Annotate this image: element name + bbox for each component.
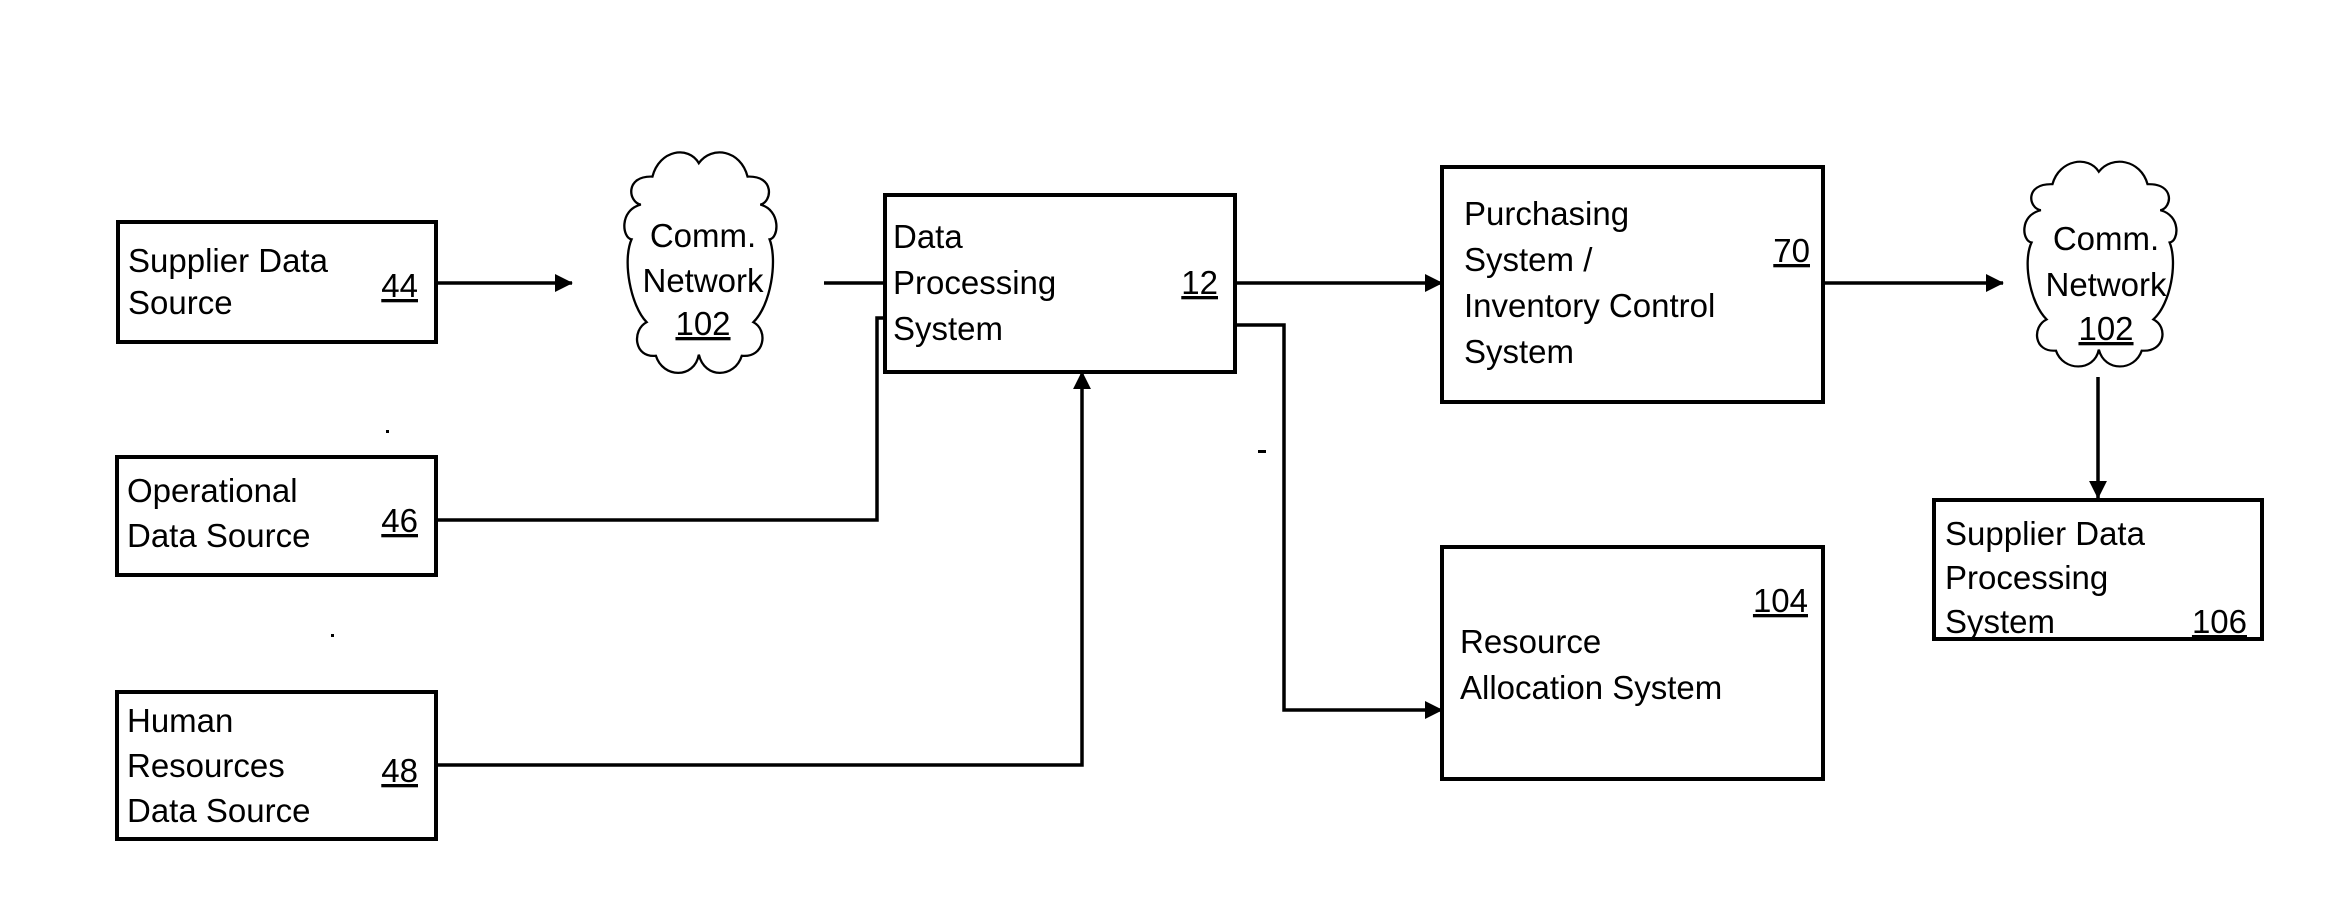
node-comm-network-right[interactable]: Comm. Network 102 [2023, 160, 2178, 368]
node-label-line: System [1464, 333, 1574, 370]
scan-speck [1258, 450, 1266, 453]
node-label-line: Purchasing [1464, 195, 1629, 232]
node-label-line: Network [2045, 266, 2167, 303]
node-label-line: Network [642, 262, 764, 299]
node-label-line: Human [127, 702, 233, 739]
node-label-line: Resources [127, 747, 285, 784]
node-label-line: Supplier Data [128, 242, 329, 279]
node-label-line: Processing [1945, 559, 2108, 596]
scan-speck [331, 634, 334, 637]
node-comm-network-left[interactable]: Comm. Network 102 [623, 151, 778, 374]
node-label-line: Resource [1460, 623, 1601, 660]
node-human-resources-data-source[interactable]: Human Resources Data Source 48 [115, 690, 438, 841]
node-label-line: Allocation System [1460, 669, 1722, 706]
node-label-line: Processing [893, 264, 1056, 301]
node-reference-number: 48 [381, 752, 418, 789]
node-label-line: Operational [127, 472, 298, 509]
node-supplier-data-source[interactable]: Supplier Data Source 44 [116, 220, 438, 344]
node-reference-number: 102 [2078, 310, 2133, 347]
node-resource-allocation-system[interactable]: 104 Resource Allocation System [1440, 545, 1825, 781]
system-block-diagram: Supplier Data Source 44 Comm. Network 10… [115, 151, 2264, 841]
node-label-line: Comm. [650, 217, 756, 254]
node-label-line: System [1945, 603, 2055, 640]
node-reference-number: 70 [1773, 232, 1810, 269]
node-supplier-data-processing-system[interactable]: Supplier Data Processing System 106 [1932, 498, 2264, 641]
node-reference-number: 46 [381, 502, 418, 539]
node-reference-number: 12 [1181, 264, 1218, 301]
node-purchasing-inventory-control-system[interactable]: Purchasing System / Inventory Control Sy… [1440, 165, 1825, 404]
node-label-line: Data Source [127, 792, 310, 829]
node-reference-number: 106 [2192, 603, 2247, 640]
scan-speck [386, 430, 389, 433]
node-label-line: System [893, 310, 1003, 347]
node-reference-number: 102 [675, 305, 730, 342]
node-reference-number: 104 [1753, 582, 1808, 619]
node-operational-data-source[interactable]: Operational Data Source 46 [115, 455, 438, 577]
node-label-line: Comm. [2053, 220, 2159, 257]
node-label-line: System / [1464, 241, 1593, 278]
node-reference-number: 44 [381, 267, 418, 304]
node-label-line: Data [893, 218, 963, 255]
node-label-line: Inventory Control [1464, 287, 1715, 324]
node-label-line: Data Source [127, 517, 310, 554]
edge-human-resources-to-data-processing [437, 371, 1091, 767]
node-label-line: Source [128, 284, 233, 321]
node-data-processing-system[interactable]: Data Processing System 12 [883, 193, 1237, 374]
edge-data-processing-to-resource-allocation [1235, 323, 1443, 719]
node-label-line: Supplier Data [1945, 515, 2146, 552]
